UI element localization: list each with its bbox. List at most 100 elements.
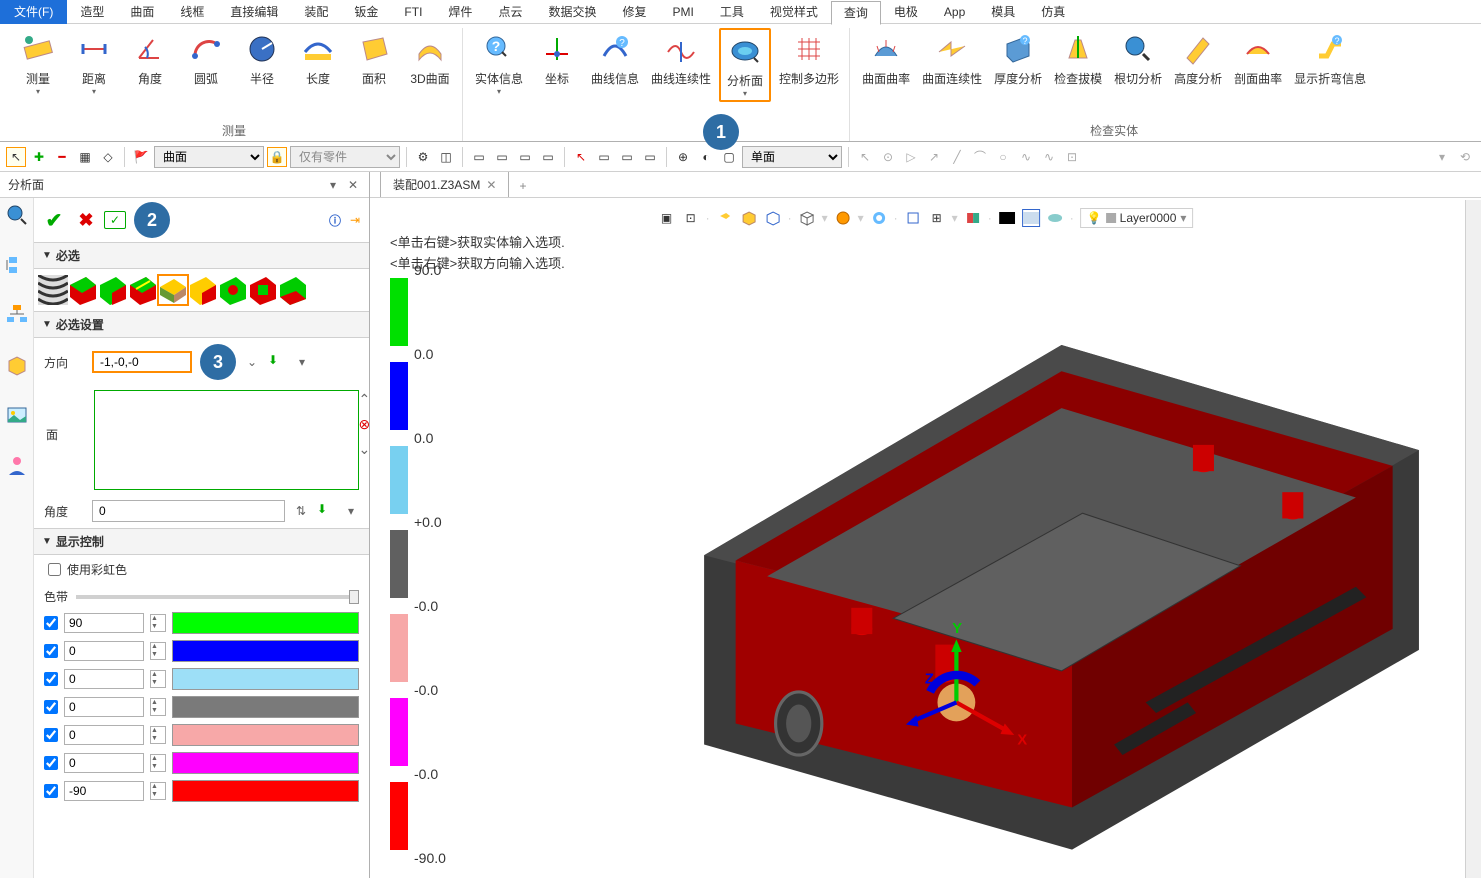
viewport[interactable]: 装配001.Z3ASM ✕ + ▣ ⊡ · · ▾ ▾ · ⊞ ▾ · xyxy=(370,172,1481,878)
color-value-input[interactable] xyxy=(64,753,144,773)
spinner-icon[interactable]: ▲▼ xyxy=(150,782,166,800)
tab-simulation[interactable]: 仿真 xyxy=(1028,0,1078,24)
thumb-2[interactable] xyxy=(98,275,128,305)
ribbon-surf-cont[interactable]: 曲面连续性 xyxy=(918,28,986,89)
tab-sheetmetal[interactable]: 钣金 xyxy=(341,0,391,24)
tab-wireframe[interactable]: 线框 xyxy=(167,0,217,24)
plus-icon[interactable]: ✚ xyxy=(29,147,49,167)
color-check[interactable] xyxy=(44,728,58,742)
tab-fti[interactable]: FTI xyxy=(391,0,435,24)
pin-icon[interactable]: ▾ xyxy=(325,177,341,193)
section-required[interactable]: ▼必选 xyxy=(34,242,369,269)
spinner-icon[interactable]: ▲▼ xyxy=(150,670,166,688)
cancel-button[interactable]: ✖ xyxy=(72,206,100,234)
tab-assembly[interactable]: 装配 xyxy=(291,0,341,24)
angle-input[interactable] xyxy=(92,500,285,522)
thumb-1[interactable] xyxy=(68,275,98,305)
tab-heal[interactable]: 修复 xyxy=(609,0,659,24)
ribbon-measure[interactable]: 测量 ▾ xyxy=(12,28,64,98)
ribbon-height[interactable]: 高度分析 xyxy=(1170,28,1226,89)
minus-icon[interactable]: ━ xyxy=(52,147,72,167)
section-display[interactable]: ▼显示控制 xyxy=(34,528,369,555)
tree-icon[interactable] xyxy=(4,252,30,278)
tool-icon[interactable] xyxy=(834,209,852,227)
color-value-input[interactable] xyxy=(64,781,144,801)
grid-icon[interactable]: ▦ xyxy=(75,147,95,167)
tool-icon[interactable] xyxy=(740,209,758,227)
spinner-icon[interactable]: ▲▼ xyxy=(150,614,166,632)
tool-icon[interactable]: ⟲ xyxy=(1455,147,1475,167)
spinner-icon[interactable]: ▲▼ xyxy=(150,726,166,744)
tool-icon[interactable]: ▾ xyxy=(1432,147,1452,167)
tab-app[interactable]: App xyxy=(931,0,978,24)
tool-icon[interactable]: ▭ xyxy=(617,147,637,167)
color-check[interactable] xyxy=(44,644,58,658)
tool-icon[interactable] xyxy=(964,209,982,227)
color-value-input[interactable] xyxy=(64,669,144,689)
expand-icon[interactable]: ⇥ xyxy=(347,212,363,228)
tool-icon[interactable]: ⊞ xyxy=(928,209,946,227)
ribbon-entity-info[interactable]: ? 实体信息 ▾ xyxy=(471,28,527,102)
ribbon-area[interactable]: 面积 xyxy=(348,28,400,98)
section-required-settings[interactable]: ▼必选设置 xyxy=(34,311,369,338)
thumb-draft[interactable] xyxy=(158,275,188,305)
collapse-icon[interactable]: ⌃⌃ xyxy=(359,391,369,408)
direction-input[interactable] xyxy=(92,351,192,373)
rainbow-checkbox[interactable] xyxy=(48,563,61,576)
apply-button[interactable]: ✓ xyxy=(104,211,126,229)
tab-tools[interactable]: 工具 xyxy=(707,0,757,24)
tool-icon[interactable]: ∿ xyxy=(1016,147,1036,167)
color-value-input[interactable] xyxy=(64,613,144,633)
tool-icon[interactable] xyxy=(764,209,782,227)
doc-tab[interactable]: 装配001.Z3ASM ✕ xyxy=(380,172,509,197)
color-swatch[interactable] xyxy=(172,724,359,746)
tab-pointcloud[interactable]: 点云 xyxy=(485,0,535,24)
tool-icon[interactable]: ⊕ xyxy=(673,147,693,167)
thumb-5[interactable] xyxy=(188,275,218,305)
apply-icon[interactable]: ⬇ xyxy=(317,502,335,520)
ribbon-curve-cont[interactable]: 曲线连续性 xyxy=(647,28,715,102)
ribbon-draft-check[interactable]: 检查拔模 xyxy=(1050,28,1106,89)
chevron-down-icon[interactable]: ▾ xyxy=(343,504,359,518)
ribbon-radius[interactable]: 半径 xyxy=(236,28,288,98)
image-icon[interactable] xyxy=(4,402,30,428)
scrollbar[interactable] xyxy=(1465,200,1481,878)
tool-icon[interactable]: ▭ xyxy=(469,147,489,167)
ribbon-distance[interactable]: 距离 ▾ xyxy=(68,28,120,98)
filter-select-3[interactable]: 单面 xyxy=(742,146,842,168)
tool-icon[interactable] xyxy=(904,209,922,227)
color-check[interactable] xyxy=(44,616,58,630)
color-swatch[interactable] xyxy=(172,612,359,634)
expand-icon[interactable]: ⌄ xyxy=(359,441,369,458)
tool-icon[interactable]: ↗ xyxy=(924,147,944,167)
ribbon-arc[interactable]: 圆弧 xyxy=(180,28,232,98)
spinner-icon[interactable]: ▲▼ xyxy=(150,642,166,660)
ribbon-section-curv[interactable]: 剖面曲率 xyxy=(1230,28,1286,89)
tab-exchange[interactable]: 数据交换 xyxy=(535,0,609,24)
tool-icon[interactable] xyxy=(798,209,816,227)
arrow-icon[interactable]: ↖ xyxy=(571,147,591,167)
add-tab-button[interactable]: + xyxy=(509,175,536,197)
ribbon-angle[interactable]: 角度 xyxy=(124,28,176,98)
ribbon-length[interactable]: 长度 xyxy=(292,28,344,98)
box-icon[interactable] xyxy=(4,352,30,378)
tool-icon[interactable]: ∿ xyxy=(1039,147,1059,167)
color-check[interactable] xyxy=(44,756,58,770)
tab-mold[interactable]: 模具 xyxy=(978,0,1028,24)
thumb-3[interactable] xyxy=(128,275,158,305)
tab-pmi[interactable]: PMI xyxy=(659,0,706,24)
spinner-icon[interactable]: ▲▼ xyxy=(150,698,166,716)
tool-icon[interactable]: ▭ xyxy=(515,147,535,167)
ribbon-surf-curv[interactable]: 曲面曲率 xyxy=(858,28,914,89)
color-icon[interactable] xyxy=(998,209,1016,227)
shape-icon[interactable]: ◇ xyxy=(98,147,118,167)
tool-icon[interactable]: ○ xyxy=(993,147,1013,167)
color-swatch[interactable] xyxy=(172,668,359,690)
lock-icon[interactable]: 🔒 xyxy=(267,147,287,167)
flag-icon[interactable]: 🚩 xyxy=(131,147,151,167)
ribbon-control-poly[interactable]: 控制多边形 xyxy=(775,28,843,102)
tool-icon[interactable]: ▭ xyxy=(538,147,558,167)
color-value-input[interactable] xyxy=(64,725,144,745)
color-check[interactable] xyxy=(44,784,58,798)
spinner-icon[interactable]: ▲▼ xyxy=(150,754,166,772)
